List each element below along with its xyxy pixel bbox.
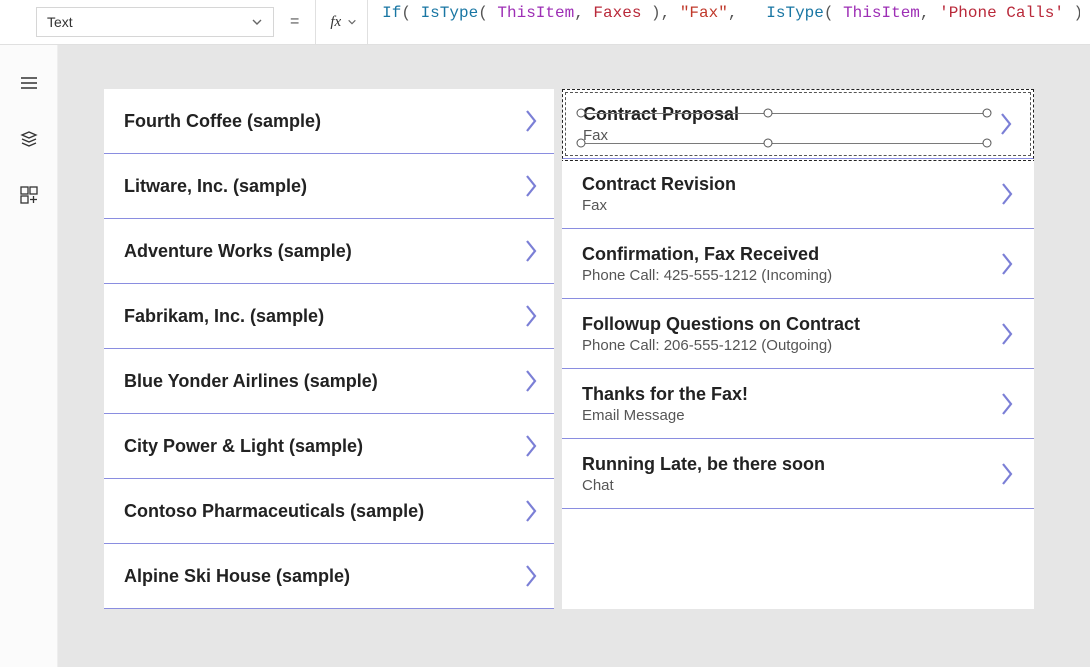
activity-title: Running Late, be there soon: [582, 454, 825, 475]
activity-subtitle: Fax: [582, 197, 736, 214]
activity-title: Confirmation, Fax Received: [582, 244, 832, 265]
selection-handle[interactable]: [577, 139, 586, 148]
chevron-right-icon: [522, 237, 540, 265]
chevron-right-icon: [522, 107, 540, 135]
account-title: Blue Yonder Airlines (sample): [124, 371, 378, 392]
selection-handle[interactable]: [764, 109, 773, 118]
activity-row[interactable]: Contract Proposal Fax: [562, 89, 1034, 159]
selection-handle[interactable]: [764, 139, 773, 148]
account-row[interactable]: Alpine Ski House (sample): [104, 544, 554, 609]
account-title: Contoso Pharmaceuticals (sample): [124, 501, 424, 522]
activity-title: Thanks for the Fax!: [582, 384, 748, 405]
activity-title: Contract Proposal: [583, 104, 739, 125]
account-row[interactable]: Fourth Coffee (sample): [104, 89, 554, 154]
app-screen: Fourth Coffee (sample) Litware, Inc. (sam…: [104, 89, 1044, 609]
chevron-right-icon: [522, 367, 540, 395]
accounts-gallery[interactable]: Fourth Coffee (sample) Litware, Inc. (sam…: [104, 89, 554, 609]
chevron-right-icon: [997, 110, 1015, 138]
activity-row[interactable]: Contract Revision Fax: [562, 159, 1034, 229]
chevron-right-icon: [998, 460, 1016, 488]
activity-row[interactable]: Confirmation, Fax Received Phone Call: 42…: [562, 229, 1034, 299]
insert-icon[interactable]: [19, 185, 39, 205]
formula-input[interactable]: If( IsType( ThisItem, Faxes ), "Fax", Is…: [367, 0, 1080, 45]
property-selector[interactable]: Text: [36, 7, 274, 37]
account-title: Fabrikam, Inc. (sample): [124, 306, 324, 327]
chevron-right-icon: [998, 250, 1016, 278]
chevron-right-icon: [522, 432, 540, 460]
fx-label: fx: [330, 14, 341, 31]
chevron-right-icon: [522, 562, 540, 590]
left-rail: [0, 45, 58, 667]
account-title: Litware, Inc. (sample): [124, 176, 307, 197]
property-selector-label: Text: [47, 14, 73, 30]
canvas[interactable]: Fourth Coffee (sample) Litware, Inc. (sam…: [58, 45, 1090, 667]
activity-row[interactable]: Thanks for the Fax! Email Message: [562, 369, 1034, 439]
account-row[interactable]: Blue Yonder Airlines (sample): [104, 349, 554, 414]
account-row[interactable]: Contoso Pharmaceuticals (sample): [104, 479, 554, 544]
account-title: Fourth Coffee (sample): [124, 111, 321, 132]
selection-handle[interactable]: [577, 109, 586, 118]
activity-subtitle: Phone Call: 425-555-1212 (Incoming): [582, 267, 832, 284]
chevron-right-icon: [522, 497, 540, 525]
formula-bar-row: Text = fx If( IsType( ThisItem, Faxes ),…: [0, 0, 1090, 45]
account-row[interactable]: Litware, Inc. (sample): [104, 154, 554, 219]
chevron-right-icon: [998, 320, 1016, 348]
activity-title: Contract Revision: [582, 174, 736, 195]
activity-subtitle: Email Message: [582, 407, 748, 424]
chevron-right-icon: [522, 172, 540, 200]
main-area: Fourth Coffee (sample) Litware, Inc. (sam…: [0, 45, 1090, 667]
tree-view-icon[interactable]: [19, 129, 39, 149]
activities-gallery[interactable]: Contract Proposal Fax Contract Revision Fax…: [562, 89, 1034, 609]
account-title: City Power & Light (sample): [124, 436, 363, 457]
equals-sign: =: [290, 13, 299, 31]
chevron-down-icon: [251, 16, 263, 28]
activity-row[interactable]: Running Late, be there soon Chat: [562, 439, 1034, 509]
activity-row[interactable]: Followup Questions on Contract Phone Call…: [562, 299, 1034, 369]
hamburger-icon[interactable]: [19, 73, 39, 93]
chevron-down-icon: [347, 17, 357, 27]
chevron-right-icon: [522, 302, 540, 330]
chevron-right-icon: [998, 180, 1016, 208]
account-row[interactable]: Fabrikam, Inc. (sample): [104, 284, 554, 349]
account-row[interactable]: Adventure Works (sample): [104, 219, 554, 284]
activity-subtitle: Chat: [582, 477, 825, 494]
account-title: Adventure Works (sample): [124, 241, 352, 262]
selection-handle[interactable]: [983, 139, 992, 148]
activity-subtitle: Phone Call: 206-555-1212 (Outgoing): [582, 337, 860, 354]
activity-subtitle: Fax: [583, 127, 739, 144]
fx-button[interactable]: fx: [315, 0, 357, 45]
activity-title: Followup Questions on Contract: [582, 314, 860, 335]
account-row[interactable]: City Power & Light (sample): [104, 414, 554, 479]
selection-handle[interactable]: [983, 109, 992, 118]
chevron-right-icon: [998, 390, 1016, 418]
account-title: Alpine Ski House (sample): [124, 566, 350, 587]
